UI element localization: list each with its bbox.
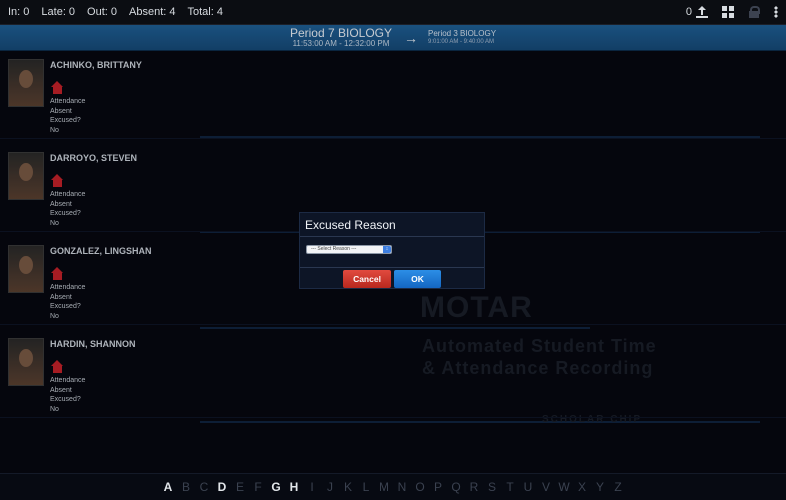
dialog-title: Excused Reason <box>300 213 484 237</box>
student-photo <box>8 59 44 107</box>
next-period-time: 9:01:00 AM - 9:40:00 AM <box>428 39 495 45</box>
student-status: Attendance Absent Excused? No <box>50 376 85 414</box>
excused-label: Excused? <box>50 396 81 403</box>
student-row[interactable]: HARDIN, SHANNON Attendance Absent Excuse… <box>0 330 786 418</box>
period-header: Period 7 BIOLOGY 11:53:00 AM - 12:32:00 … <box>0 25 786 51</box>
student-status: Attendance Absent Excused? No <box>50 190 85 228</box>
count-late: Late: 0 <box>41 6 76 18</box>
alphabet-letter-a[interactable]: A <box>159 480 177 494</box>
chevron-updown-icon: ↕ <box>383 246 391 253</box>
alphabet-letter-t[interactable]: T <box>501 480 519 494</box>
alphabet-letter-v[interactable]: V <box>537 480 555 494</box>
current-period-time: 11:53:00 AM - 12:32:00 PM <box>292 39 390 48</box>
alphabet-letter-c[interactable]: C <box>195 480 213 494</box>
toolbar-actions: 0 <box>686 6 778 18</box>
student-name: HARDIN, SHANNON <box>50 339 136 349</box>
arrow-right-icon[interactable]: → <box>404 30 418 46</box>
alphabet-letter-f[interactable]: F <box>249 480 267 494</box>
count-in: In: 0 <box>8 6 30 18</box>
attendance-label: Attendance <box>50 191 86 198</box>
home-icon[interactable] <box>51 174 64 187</box>
excused-label: Excused? <box>50 117 81 124</box>
grid-icon[interactable] <box>722 6 734 18</box>
dialog-divider <box>300 267 484 268</box>
attendance-label: Attendance <box>50 98 86 105</box>
alphabet-letter-s[interactable]: S <box>483 480 501 494</box>
alphabet-letter-n[interactable]: N <box>393 480 411 494</box>
background-stripe <box>200 421 760 423</box>
student-name: ACHINKO, BRITTANY <box>50 60 142 70</box>
attendance-value: Absent <box>50 107 72 115</box>
current-period-name: Period 7 BIOLOGY <box>289 26 392 40</box>
alphabet-letter-i[interactable]: I <box>303 480 321 494</box>
student-name: GONZALEZ, LINGSHAN <box>50 246 152 256</box>
attendance-value: Absent <box>50 200 72 208</box>
attendance-value: Absent <box>50 386 72 394</box>
reason-select-value: --- Select Reason --- <box>311 246 357 252</box>
status-bar: In: 0 Late: 0 Out: 0 Absent: 4 Total: 4 … <box>0 0 786 25</box>
next-period[interactable]: Period 3 BIOLOGY 9:01:00 AM - 9:40:00 AM <box>428 29 497 46</box>
alphabet-letter-x[interactable]: X <box>573 480 591 494</box>
count-absent: Absent: 4 <box>129 6 176 18</box>
student-status: Attendance Absent Excused? No <box>50 97 85 135</box>
excused-value: No <box>50 219 59 227</box>
attendance-label: Attendance <box>50 377 86 384</box>
alphabet-letter-d[interactable]: D <box>213 480 231 494</box>
alphabet-letter-p[interactable]: P <box>429 480 447 494</box>
student-status: Attendance Absent Excused? No <box>50 283 85 321</box>
alphabet-letter-j[interactable]: J <box>321 480 339 494</box>
next-period-name: Period 3 BIOLOGY <box>428 29 497 38</box>
upload-count: 0 <box>685 6 692 18</box>
student-name: DARROYO, STEVEN <box>50 153 138 163</box>
excused-label: Excused? <box>50 303 81 310</box>
background-stripe <box>200 327 590 329</box>
alphabet-letter-z[interactable]: Z <box>609 480 627 494</box>
excused-value: No <box>50 126 59 134</box>
attendance-label: Attendance <box>50 284 86 291</box>
alphabet-index: ABCDEFGHIJKLMNOPQRSTUVWXYZ <box>0 473 786 500</box>
alphabet-letter-l[interactable]: L <box>357 480 375 494</box>
alphabet-letter-m[interactable]: M <box>375 480 393 494</box>
alphabet-letter-y[interactable]: Y <box>591 480 609 494</box>
alphabet-letter-w[interactable]: W <box>555 480 573 494</box>
excused-value: No <box>50 405 59 413</box>
alphabet-letter-e[interactable]: E <box>231 480 249 494</box>
alphabet-letter-r[interactable]: R <box>465 480 483 494</box>
student-row[interactable]: ACHINKO, BRITTANY Attendance Absent Excu… <box>0 51 786 139</box>
alphabet-letter-u[interactable]: U <box>519 480 537 494</box>
lock-icon[interactable] <box>748 6 760 18</box>
alphabet-letter-q[interactable]: Q <box>447 480 465 494</box>
current-period: Period 7 BIOLOGY 11:53:00 AM - 12:32:00 … <box>290 27 392 48</box>
excused-reason-dialog: Excused Reason --- Select Reason --- ↕ C… <box>299 212 485 289</box>
alphabet-letter-k[interactable]: K <box>339 480 357 494</box>
home-icon[interactable] <box>51 360 64 373</box>
alphabet-letter-h[interactable]: H <box>285 480 303 494</box>
home-icon[interactable] <box>51 81 64 94</box>
reason-select[interactable]: --- Select Reason --- ↕ <box>306 245 392 254</box>
alphabet-letter-g[interactable]: G <box>267 480 285 494</box>
alphabet-letter-b[interactable]: B <box>177 480 195 494</box>
student-photo <box>8 338 44 386</box>
alphabet-letter-o[interactable]: O <box>411 480 429 494</box>
excused-value: No <box>50 312 59 320</box>
count-total: Total: 4 <box>187 6 223 18</box>
attendance-value: Absent <box>50 293 72 301</box>
student-photo <box>8 245 44 293</box>
student-photo <box>8 152 44 200</box>
upload-icon <box>696 6 708 18</box>
ok-button[interactable]: OK <box>394 270 441 288</box>
count-out: Out: 0 <box>87 6 118 18</box>
cancel-button[interactable]: Cancel <box>343 270 391 288</box>
excused-label: Excused? <box>50 210 81 217</box>
more-vertical-icon[interactable] <box>774 6 778 18</box>
home-icon[interactable] <box>51 267 64 280</box>
upload-button[interactable]: 0 <box>686 6 708 18</box>
